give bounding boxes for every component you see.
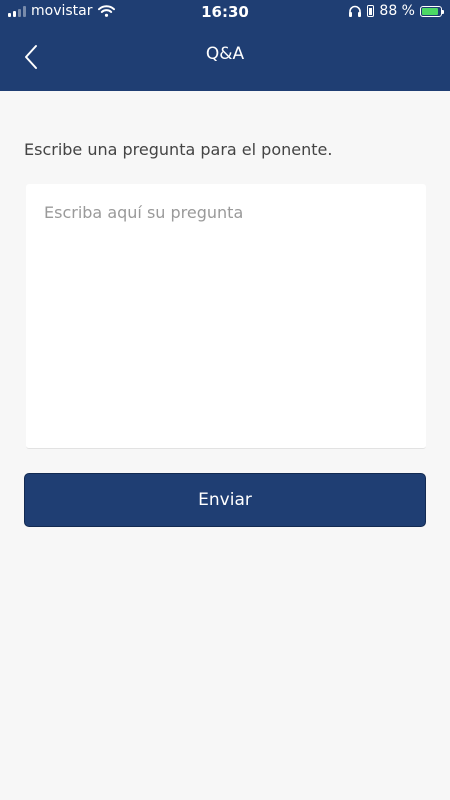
battery-charging-icon [420, 5, 444, 17]
send-button[interactable]: Enviar [24, 473, 426, 527]
battery-percent: 88 % [379, 3, 415, 19]
status-bar: movistar 16:30 88 % [0, 0, 450, 24]
headphones-icon [349, 5, 362, 17]
app-header: movistar 16:30 88 % Q&A [0, 0, 450, 91]
orientation-lock-icon [367, 5, 375, 17]
question-prompt: Escribe una pregunta para el ponente. [24, 140, 333, 159]
page-title: Q&A [205, 44, 245, 64]
nav-bar: Q&A [0, 24, 450, 91]
question-input[interactable] [26, 184, 426, 449]
status-right: 88 % [348, 3, 444, 19]
